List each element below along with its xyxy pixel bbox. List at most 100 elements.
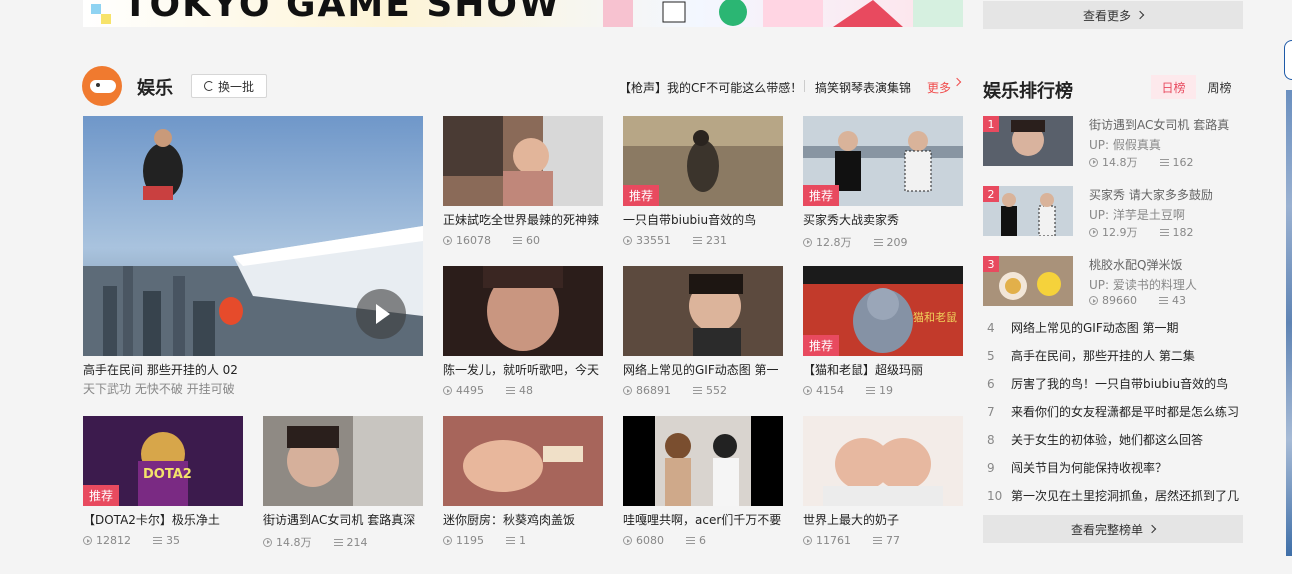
video-thumbnail[interactable]: 推荐 (623, 116, 783, 206)
featured-video-card[interactable]: 高手在民间 那些开挂的人 02 天下武功 无快不破 开挂可破 (83, 116, 423, 396)
video-title[interactable]: 迷你厨房：秋葵鸡肉盖饭 (443, 513, 603, 527)
video-card[interactable]: 世界上最大的奶子 11761 77 (803, 416, 963, 547)
view-full-ranking-button[interactable]: 查看完整榜单 (983, 515, 1243, 543)
ranking-title: 娱乐排行榜 (983, 81, 1073, 102)
comment-count: 6 (686, 534, 706, 547)
banner-image[interactable]: TOKYO GAME SHOW (83, 0, 963, 27)
video-thumbnail[interactable] (443, 416, 603, 506)
featured-thumbnail[interactable] (83, 116, 423, 356)
comment-count-icon (153, 537, 162, 544)
ranking-item-title[interactable]: 关于女生的初体验，她们都这么回答 (1011, 433, 1203, 447)
ranking-item-title[interactable]: 买家秀 请大家多多鼓励 (1089, 186, 1213, 203)
video-thumbnail[interactable] (263, 416, 423, 506)
view-more-label: 查看更多 (1082, 8, 1131, 23)
banner-pattern (91, 4, 111, 24)
comment-count: 77 (873, 534, 900, 547)
video-title[interactable]: 一只自带biubiu音效的鸟 (623, 213, 783, 227)
video-card[interactable]: 网络上常见的GIF动态图 第一 86891 552 (623, 266, 783, 397)
more-link[interactable]: 更多 (927, 77, 962, 96)
ranking-list-item[interactable]: 8 关于女生的初体验，她们都这么回答 (983, 431, 1243, 448)
video-card[interactable]: 推荐 买家秀大战卖家秀 12.8万 209 (803, 116, 963, 250)
ranking-item-title[interactable]: 街访遇到AC女司机 套路真 (1089, 116, 1229, 133)
video-thumbnail[interactable]: 猫和老鼠 推荐 (803, 266, 963, 356)
ranking-list-item[interactable]: 5 高手在民间，那些开挂的人 第二集 (983, 347, 1243, 364)
comment-count: 162 (1159, 154, 1194, 170)
video-title[interactable]: 哇嘎哩共啊，acer们千万不要 (623, 513, 783, 527)
comment-count: 552 (693, 384, 727, 397)
video-thumbnail[interactable] (623, 266, 783, 356)
ranking-list-item[interactable]: 4 网络上常见的GIF动态图 第一期 (983, 319, 1243, 336)
video-title[interactable]: 陈一发儿，就听听歌吧，今天 (443, 363, 603, 377)
ranking-item-title[interactable]: 桃胶水配Q弹米饭 (1089, 256, 1182, 273)
comment-count-icon (686, 537, 695, 544)
ranking-item-title[interactable]: 网络上常见的GIF动态图 第一期 (1011, 321, 1179, 335)
comment-count: 182 (1159, 224, 1194, 240)
ranking-top-item[interactable]: 2 买家秀 请大家多多鼓励 UP: 洋芋是土豆啊 12.9万 182 (983, 186, 1238, 239)
comment-count: 35 (153, 534, 180, 547)
video-thumbnail[interactable] (443, 116, 603, 206)
video-title[interactable]: 网络上常见的GIF动态图 第一 (623, 363, 783, 377)
video-title[interactable]: 街访遇到AC女司机 套路真深 (263, 513, 423, 527)
video-title[interactable]: 买家秀大战卖家秀 (803, 213, 963, 227)
comment-count: 209 (873, 234, 908, 250)
play-icon[interactable] (356, 289, 406, 339)
video-card[interactable]: 推荐 一只自带biubiu音效的鸟 33551 231 (623, 116, 783, 247)
video-subtitle: 天下武功 无快不破 开挂可破 (83, 382, 235, 396)
video-card[interactable]: 迷你厨房：秋葵鸡肉盖饭 1195 1 (443, 416, 603, 547)
comment-count: 214 (333, 534, 368, 550)
ranking-item-title[interactable]: 高手在民间，那些开挂的人 第二集 (1011, 349, 1195, 363)
refresh-button[interactable]: 换一批 (191, 74, 267, 98)
video-card[interactable]: DOTA2 推荐 【DOTA2卡尔】极乐净土 12812 35 (83, 416, 243, 547)
rank-number: 10 (987, 489, 1003, 503)
comment-count: 19 (866, 384, 893, 397)
ranking-list-item[interactable]: 10 第一次见在土里挖洞抓鱼，居然还抓到了几 (983, 487, 1243, 504)
comment-count-icon (333, 538, 343, 546)
ranking-top-item[interactable]: 3 桃胶水配Q弹米饭 UP: 爱读书的料理人 89660 43 (983, 256, 1238, 307)
side-ad-strip[interactable] (1286, 90, 1292, 556)
ranking-uploader[interactable]: UP: 洋芋是土豆啊 (1089, 206, 1185, 223)
play-count: 12812 (83, 534, 131, 547)
ranking-item-title[interactable]: 第一次见在土里挖洞抓鱼，居然还抓到了几 (1011, 489, 1239, 503)
video-card[interactable]: 街访遇到AC女司机 套路真深 14.8万 214 (263, 416, 423, 550)
ranking-item-title[interactable]: 来看你们的女友程潇都是平时都是怎么练习 (1011, 405, 1239, 419)
ranking-uploader[interactable]: UP: 假假真真 (1089, 136, 1161, 153)
tab-weekly[interactable]: 周榜 (1197, 75, 1242, 99)
play-count-icon (623, 386, 632, 395)
ranking-list-item[interactable]: 6 厉害了我的鸟！一只自带biubiu音效的鸟 (983, 375, 1243, 392)
recommend-badge: 推荐 (803, 185, 840, 206)
video-thumbnail[interactable]: DOTA2 推荐 (83, 416, 243, 506)
video-thumbnail[interactable] (443, 266, 603, 356)
side-widget[interactable] (1284, 40, 1292, 80)
ranking-thumbnail[interactable]: 1 (983, 116, 1073, 166)
video-title[interactable]: 正妹試吃全世界最辣的死神辣 (443, 213, 603, 227)
tab-daily[interactable]: 日榜 (1151, 75, 1196, 99)
rank-number: 5 (987, 349, 995, 363)
rank-number: 6 (987, 377, 995, 391)
video-card[interactable]: 正妹試吃全世界最辣的死神辣 16078 60 (443, 116, 603, 247)
video-title[interactable]: 世界上最大的奶子 (803, 513, 963, 527)
ranking-thumbnail[interactable]: 2 (983, 186, 1073, 236)
ranking-item-title[interactable]: 厉害了我的鸟！一只自带biubiu音效的鸟 (1011, 377, 1228, 391)
video-thumbnail[interactable] (803, 416, 963, 506)
more-label: 更多 (927, 81, 952, 95)
refresh-label: 换一批 (217, 79, 254, 94)
ranking-list-item[interactable]: 9 闯关节目为何能保持收视率？ (983, 459, 1243, 476)
video-title[interactable]: 【DOTA2卡尔】极乐净土 (83, 513, 243, 527)
video-title[interactable]: 高手在民间 那些开挂的人 02 (83, 363, 423, 377)
ranking-item-title[interactable]: 闯关节目为何能保持收视率？ (1011, 461, 1167, 475)
video-title[interactable]: 【猫和老鼠】超级玛丽 (803, 363, 963, 377)
hot-link[interactable]: 【枪声】我的CF不可能这么带感！ (619, 79, 802, 96)
play-count: 14.8万 (1089, 154, 1138, 170)
video-thumbnail[interactable] (623, 416, 783, 506)
video-thumbnail[interactable]: 推荐 (803, 116, 963, 206)
view-more-button[interactable]: 查看更多 (983, 1, 1243, 29)
hot-link[interactable]: 搞笑钢琴表演集锦 (815, 79, 911, 96)
ranking-top-item[interactable]: 1 街访遇到AC女司机 套路真 UP: 假假真真 14.8万 162 (983, 116, 1238, 169)
video-card[interactable]: 哇嘎哩共啊，acer们千万不要 6080 6 (623, 416, 783, 547)
video-card[interactable]: 猫和老鼠 推荐 【猫和老鼠】超级玛丽 4154 19 (803, 266, 963, 397)
ranking-uploader[interactable]: UP: 爱读书的料理人 (1089, 276, 1197, 293)
ranking-list-item[interactable]: 7 来看你们的女友程潇都是平时都是怎么练习 (983, 403, 1243, 420)
ranking-thumbnail[interactable]: 3 (983, 256, 1073, 306)
thumb-text: 猫和老鼠 (913, 310, 957, 324)
video-card[interactable]: 陈一发儿，就听听歌吧，今天 4495 48 (443, 266, 603, 397)
